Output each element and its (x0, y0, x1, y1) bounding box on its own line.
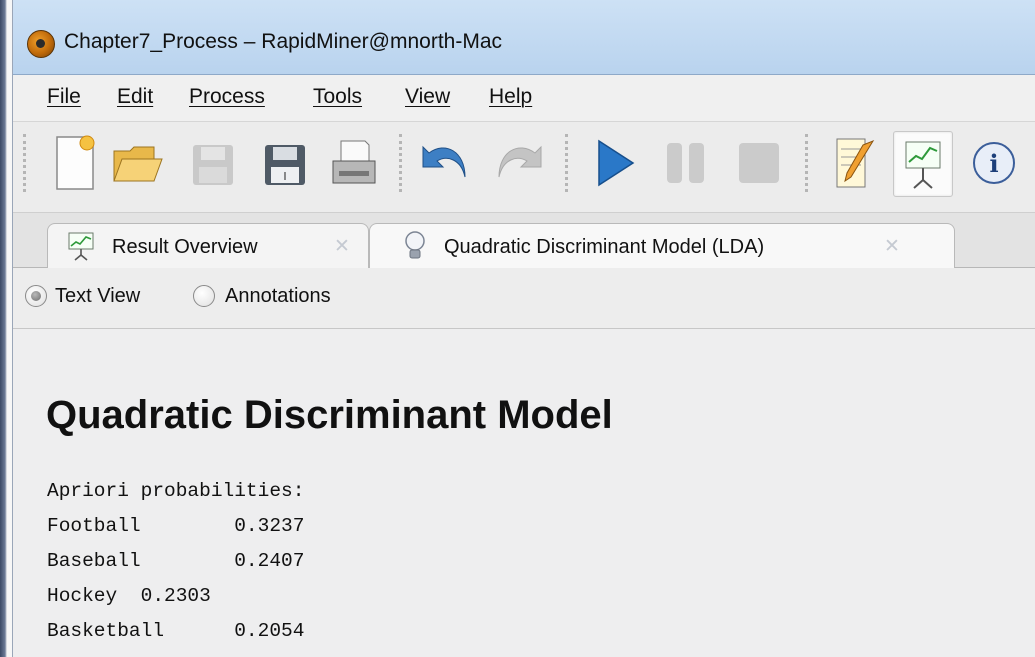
model-heading: Quadratic Discriminant Model (46, 393, 613, 437)
rapidminer-logo-icon[interactable] (27, 30, 55, 58)
print-icon (332, 140, 376, 184)
menu-file[interactable]: File (47, 85, 81, 109)
close-icon[interactable]: ✕ (334, 235, 350, 257)
lightbulb-icon (405, 231, 425, 259)
result-tab-bar: Result Overview ✕ Quadratic Discriminant… (13, 213, 1035, 268)
tab-label: Result Overview (112, 236, 258, 258)
menu-view[interactable]: View (405, 85, 450, 109)
run-button[interactable] (585, 131, 643, 195)
stop-icon (739, 143, 779, 183)
title-bar: Chapter7_Process – RapidMiner@mnorth-Mac (13, 0, 1035, 75)
chart-presentation-icon (68, 232, 94, 261)
annotations-label[interactable]: Annotations (225, 285, 331, 308)
model-text-view: Quadratic Discriminant Model Apriori pro… (13, 329, 1035, 657)
tab-quadratic-discriminant-model[interactable]: Quadratic Discriminant Model (LDA) ✕ (369, 223, 955, 268)
toolbar-separator (23, 134, 26, 192)
info-button[interactable]: i (965, 131, 1023, 195)
open-folder-icon (113, 146, 163, 182)
probability-row: Hockey 0.2303 (47, 585, 211, 607)
toolbar: I i (13, 122, 1035, 213)
save-as-button[interactable]: I (255, 131, 313, 195)
stop-button[interactable] (729, 131, 787, 195)
design-perspective-icon (836, 138, 875, 188)
menu-help[interactable]: Help (489, 85, 532, 109)
open-button[interactable] (108, 131, 166, 195)
result-perspective-button[interactable] (893, 131, 953, 197)
save-icon (193, 145, 233, 185)
save-button[interactable] (183, 131, 241, 195)
probability-row: Basketball 0.2054 (47, 620, 305, 642)
toolbar-separator (805, 134, 808, 192)
close-icon[interactable]: ✕ (884, 235, 900, 257)
annotations-radio[interactable] (193, 285, 215, 307)
print-button[interactable] (325, 131, 383, 195)
new-process-button[interactable] (45, 131, 103, 195)
toolbar-separator (399, 134, 402, 192)
undo-button[interactable] (417, 131, 475, 195)
svg-text:I: I (283, 170, 286, 183)
toolbar-separator (565, 134, 568, 192)
apriori-header: Apriori probabilities: (47, 480, 305, 502)
probability-row: Football 0.3237 (47, 515, 305, 537)
redo-button[interactable] (489, 131, 547, 195)
save-as-icon: I (265, 145, 305, 185)
menu-tools[interactable]: Tools (313, 85, 362, 109)
text-view-label[interactable]: Text View (55, 285, 140, 308)
result-perspective-icon (905, 141, 941, 189)
text-view-radio[interactable] (25, 285, 47, 307)
window-title: Chapter7_Process – RapidMiner@mnorth-Mac (64, 30, 502, 53)
menu-process[interactable]: Process (189, 85, 265, 109)
run-icon (598, 139, 635, 187)
undo-icon (422, 145, 466, 178)
view-mode-bar: Text View Annotations (13, 268, 1035, 329)
desktop-edge (0, 0, 12, 657)
info-icon: i (973, 142, 1015, 184)
menu-bar: File Edit Process Tools View Help (13, 75, 1035, 122)
tab-result-overview[interactable]: Result Overview ✕ (47, 223, 369, 268)
tab-label: Quadratic Discriminant Model (LDA) (444, 236, 765, 258)
new-process-icon (56, 135, 95, 190)
app-window: Chapter7_Process – RapidMiner@mnorth-Mac… (12, 0, 1035, 657)
menu-edit[interactable]: Edit (117, 85, 153, 109)
pause-button[interactable] (657, 131, 715, 195)
design-perspective-button[interactable] (823, 131, 881, 195)
redo-icon (498, 145, 542, 178)
pause-icon (667, 143, 704, 183)
svg-text:i: i (989, 149, 998, 178)
probability-row: Baseball 0.2407 (47, 550, 305, 572)
